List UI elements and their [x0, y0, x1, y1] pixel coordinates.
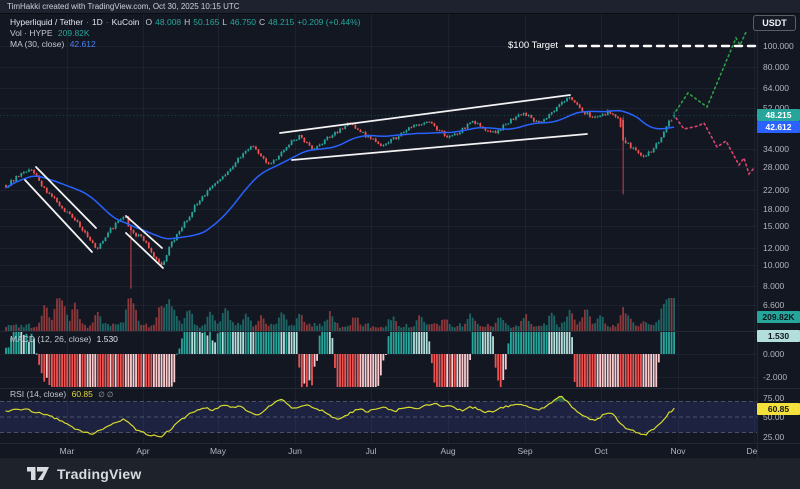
price-tick-label: 34.000 — [763, 144, 789, 154]
close-value: 48.215 — [268, 17, 294, 27]
attribution-text: TimHakki created with TradingView.com, O… — [7, 2, 240, 11]
time-tick-label: Nov — [670, 446, 685, 456]
price-scale[interactable]: 100.00080.00064.00052.00034.00028.00022.… — [757, 14, 800, 458]
price-tick-label: 15.000 — [763, 221, 789, 231]
time-tick-label: Apr — [136, 446, 149, 456]
time-tick-label: May — [210, 446, 226, 456]
rsi-tick-label: 75.00 — [763, 393, 784, 403]
macd-tick-label: 0.000 — [763, 349, 784, 359]
attribution-bar: TimHakki created with TradingView.com, O… — [0, 0, 800, 14]
rsi-tick-label: 25.00 — [763, 432, 784, 442]
macd-tick-label: -2.000 — [763, 372, 787, 382]
volume-label: Vol · HYPE — [10, 28, 53, 38]
price-tick-label: 64.000 — [763, 83, 789, 93]
time-tick-label: Sep — [517, 446, 532, 456]
high-value: 50.165 — [193, 17, 219, 27]
price-tick-label: 100.000 — [763, 41, 794, 51]
axis-value-badge: 60.85 — [757, 403, 800, 415]
time-tick-label: Mar — [60, 446, 75, 456]
price-tick-label: 22.000 — [763, 185, 789, 195]
time-tick-label: Aug — [440, 446, 455, 456]
axis-value-badge: 48.215 — [757, 109, 800, 121]
symbol-title: Hyperliquid / Tether — [10, 17, 83, 27]
volume-value: 209.82K — [58, 28, 90, 38]
open-value: 48.008 — [155, 17, 181, 27]
currency-toggle-button[interactable]: USDT — [753, 15, 796, 31]
tradingview-logo-icon[interactable] — [27, 466, 49, 481]
time-tick-label: Jun — [288, 446, 302, 456]
open-label: O — [146, 17, 153, 27]
macd-legend-row[interactable]: MACD (12, 26, close) 1.530 — [10, 334, 121, 345]
change-value: +0.209 (+0.44%) — [297, 17, 360, 27]
interval-label[interactable]: 1D — [92, 17, 103, 27]
price-tick-label: 28.000 — [763, 162, 789, 172]
ma-legend-row[interactable]: MA (30, close) 42.612 — [10, 39, 99, 50]
time-tick-label: Jul — [366, 446, 377, 456]
low-value: 46.750 — [230, 17, 256, 27]
legend-separator: · — [106, 17, 109, 27]
price-tick-label: 6.600 — [763, 300, 784, 310]
macd-value: 1.530 — [97, 334, 118, 344]
rsi-label: RSI (14, close) — [10, 389, 66, 399]
price-tick-label: 18.000 — [763, 204, 789, 214]
price-tick-label: 10.000 — [763, 260, 789, 270]
tradingview-brand-text[interactable]: TradingView — [57, 466, 141, 482]
time-tick-label: Oct — [594, 446, 607, 456]
rsi-value: 60.85 — [72, 389, 93, 399]
rsi-empty-values: ∅ ∅ — [98, 390, 113, 399]
volume-legend-row[interactable]: Vol · HYPE 209.82K — [10, 28, 93, 39]
price-tick-label: 8.000 — [763, 281, 784, 291]
exchange-label: KuCoin — [112, 17, 140, 27]
axis-value-badge: 1.530 — [757, 330, 800, 342]
footer-bar: TradingView — [0, 458, 800, 489]
legend-separator: · — [86, 17, 89, 27]
chart-plot-canvas[interactable] — [0, 0, 800, 458]
price-tick-label: 12.000 — [763, 243, 789, 253]
low-label: L — [222, 17, 227, 27]
tradingview-snapshot: TimHakki created with TradingView.com, O… — [0, 0, 800, 489]
close-label: C — [259, 17, 265, 27]
price-tick-label: 80.000 — [763, 62, 789, 72]
rsi-legend-row[interactable]: RSI (14, close) 60.85 ∅ ∅ — [10, 389, 116, 400]
high-label: H — [184, 17, 190, 27]
time-scale[interactable]: Mar Apr May Jun Jul Aug Sep Oct Nov Dec — [0, 443, 757, 458]
time-tick-label: Dec — [746, 446, 757, 456]
ma-value: 42.612 — [70, 39, 96, 49]
ma-label: MA (30, close) — [10, 39, 64, 49]
axis-value-badge: 209.82K — [757, 311, 800, 323]
price-target-annotation[interactable]: $100 Target — [508, 40, 558, 51]
symbol-legend-row[interactable]: Hyperliquid / Tether·1D·KuCoinO48.008H50… — [10, 17, 364, 28]
axis-value-badge: 42.612 — [757, 121, 800, 133]
macd-label: MACD (12, 26, close) — [10, 334, 91, 344]
